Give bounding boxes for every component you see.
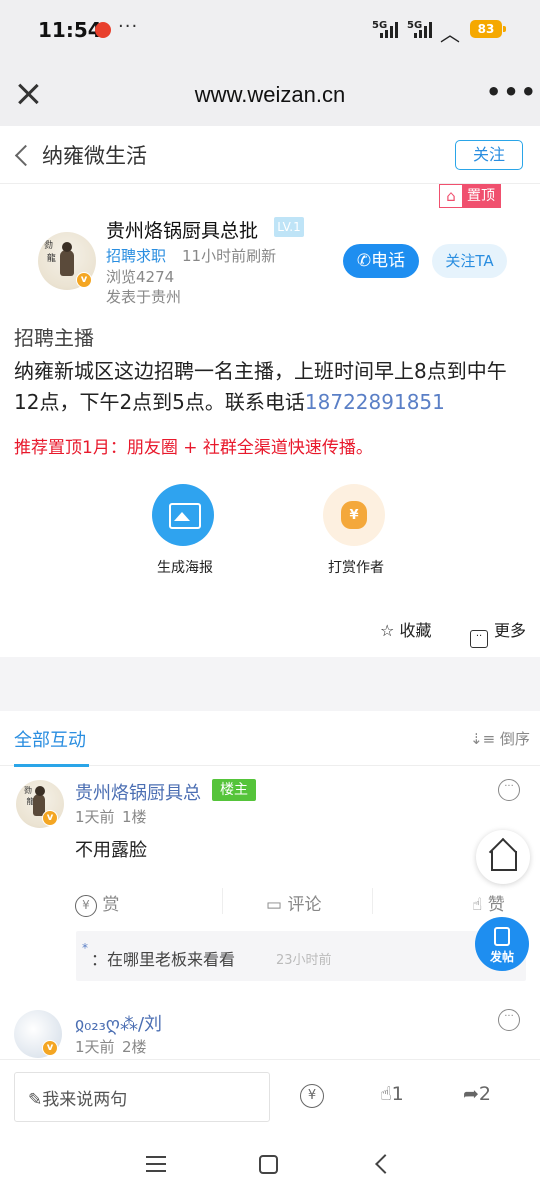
home-button-icon[interactable] (259, 1155, 278, 1174)
reply-author: * (82, 941, 88, 955)
favorite-button[interactable]: ☆ 收藏 (380, 617, 431, 641)
site-title: 纳雍微生活 (42, 144, 147, 168)
star-icon: ☆ (380, 621, 395, 640)
yen-icon: ¥ (300, 1084, 324, 1108)
like-count: 1 (391, 1083, 404, 1105)
pinned-badge: ⌂ 置顶 (439, 184, 501, 208)
category-link[interactable]: 招聘求职 (106, 245, 166, 266)
comment-input-placeholder: ✎我来说两句 (28, 1090, 128, 1110)
host-badge: 楼主 (212, 779, 256, 801)
poster-label[interactable]: 生成海报 (157, 557, 213, 577)
pencil-icon: ✎ (28, 1090, 43, 1110)
back-icon[interactable] (12, 140, 34, 170)
more-notifications-icon: ··· (118, 16, 139, 37)
sort-icon: ⇣≡ (470, 730, 496, 748)
more-icon: ·· (470, 630, 488, 648)
url-display: www.weizan.cn (194, 82, 346, 107)
battery-indicator: 83 (470, 20, 506, 38)
comment-floor: 1楼 (122, 808, 147, 826)
favorite-label: 收藏 (399, 621, 432, 640)
follow-site-button[interactable]: 关注 (455, 140, 523, 170)
comment-menu-icon[interactable]: ··· (498, 779, 520, 801)
wifi-icon: ︿ (440, 22, 460, 46)
tip-label[interactable]: 打赏作者 (328, 557, 384, 577)
new-post-label: 发帖 (489, 950, 514, 964)
sort-label: 倒序 (499, 730, 530, 748)
phone-icon: ✆ (356, 251, 372, 271)
comment-time: 1天前 (75, 808, 115, 826)
call-label: 电话 (371, 251, 406, 271)
phone-link[interactable]: 18722891851 (305, 390, 445, 414)
thumbs-up-icon: ☝ (380, 1083, 392, 1105)
tab-indicator (14, 764, 89, 767)
browser-chrome: 11:54 ··· 5G 5G ︿ 83 www.weizan.cn ••• (0, 0, 540, 126)
follow-user-button[interactable]: 关注TA (432, 244, 507, 278)
like-button[interactable]: ☝1 (380, 1083, 404, 1105)
level-badge: LV.1 (274, 217, 304, 237)
interaction-tabs: 全部互动 ⇣≡ 倒序 (0, 712, 540, 767)
signal-bars-icon (380, 22, 402, 38)
more-button[interactable]: ·· 更多 (470, 617, 526, 648)
home-icon: ⌂ (440, 185, 462, 207)
share-count: 2 (478, 1083, 492, 1105)
view-count: 浏览4274 (106, 268, 175, 286)
post-location: 发表于贵州 (106, 288, 182, 306)
comment-icon: ▭ (266, 895, 283, 915)
verified-icon: v (42, 1040, 58, 1056)
reward-bag-icon[interactable]: ¥ (323, 484, 385, 546)
sort-button[interactable]: ⇣≡ 倒序 (470, 728, 530, 749)
comment-author[interactable]: 贵州烙锅厨具总 (75, 779, 201, 805)
notification-icon (95, 22, 111, 38)
share-button[interactable]: ➦2 (463, 1083, 491, 1105)
comment-floor: 2楼 (122, 1038, 147, 1056)
comment-menu-icon[interactable]: ··· (498, 1009, 520, 1031)
verified-icon: v (42, 810, 58, 826)
reward-button[interactable]: ¥ 赏 (75, 890, 119, 917)
avatar-logo-art: 勠 龍 (44, 241, 56, 264)
recent-apps-icon[interactable] (146, 1156, 166, 1172)
reward-button[interactable]: ¥ (300, 1083, 324, 1108)
yen-icon: ¥ (75, 895, 97, 917)
pinned-label: 置顶 (462, 185, 500, 207)
reply-text: ：在哪里老板来看看 (91, 950, 236, 969)
status-time: 11:54 (38, 18, 102, 42)
refresh-time: 11小时前刷新 (182, 247, 277, 265)
section-divider (0, 657, 540, 711)
home-icon[interactable] (476, 830, 530, 884)
promo-text[interactable]: 推荐置顶1月：朋友圈 + 社群全渠道快速传播。 (14, 433, 373, 458)
verified-icon: v (76, 272, 92, 288)
document-icon (494, 927, 510, 946)
post-title: 招聘主播 (14, 326, 94, 350)
image-icon[interactable] (152, 484, 214, 546)
comment-time: 1天前 (75, 1038, 115, 1056)
reply-time: 23小时前 (276, 953, 332, 968)
comment-author[interactable]: ჲ₀₂₃ღ⁂/刘 (75, 1010, 162, 1036)
tab-all-interactions[interactable]: 全部互动 (14, 726, 86, 752)
more-label: 更多 (494, 621, 527, 640)
new-post-button[interactable]: 发帖 (475, 917, 529, 971)
more-options-icon[interactable]: ••• (486, 78, 538, 106)
author-name[interactable]: 贵州烙锅厨具总批 (106, 216, 258, 243)
signal-bars-icon (414, 22, 436, 38)
comment-text: 不用露脸 (75, 840, 147, 861)
share-icon: ➦ (463, 1083, 479, 1105)
like-button[interactable]: ☝ 赞 (472, 890, 505, 915)
thumbs-up-icon: ☝ (472, 895, 483, 915)
post-body: 纳雍新城区这边招聘一名主播，上班时间早上8点到中午12点，下午2点到5点。联系电… (14, 356, 530, 418)
call-button[interactable]: ✆电话 (343, 244, 419, 278)
comment-button[interactable]: ▭ 评论 (266, 890, 321, 915)
